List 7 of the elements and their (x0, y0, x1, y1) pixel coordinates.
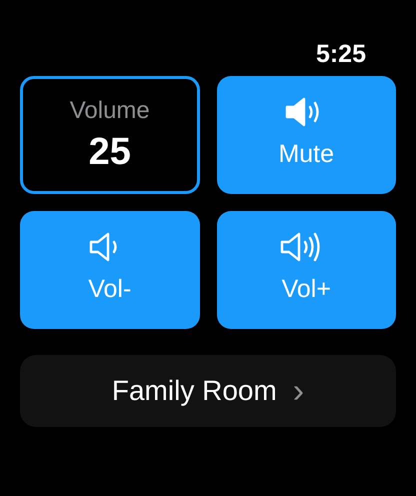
volume-down-button[interactable]: Vol- (20, 211, 200, 329)
room-button[interactable]: Family Room › (20, 355, 396, 427)
mute-button[interactable]: Mute (216, 76, 396, 194)
time: 5:25 (316, 39, 366, 70)
volume-value: 25 (88, 130, 131, 176)
volume-up-button[interactable]: Vol+ (216, 211, 396, 329)
volume-label: Volume (70, 96, 150, 126)
